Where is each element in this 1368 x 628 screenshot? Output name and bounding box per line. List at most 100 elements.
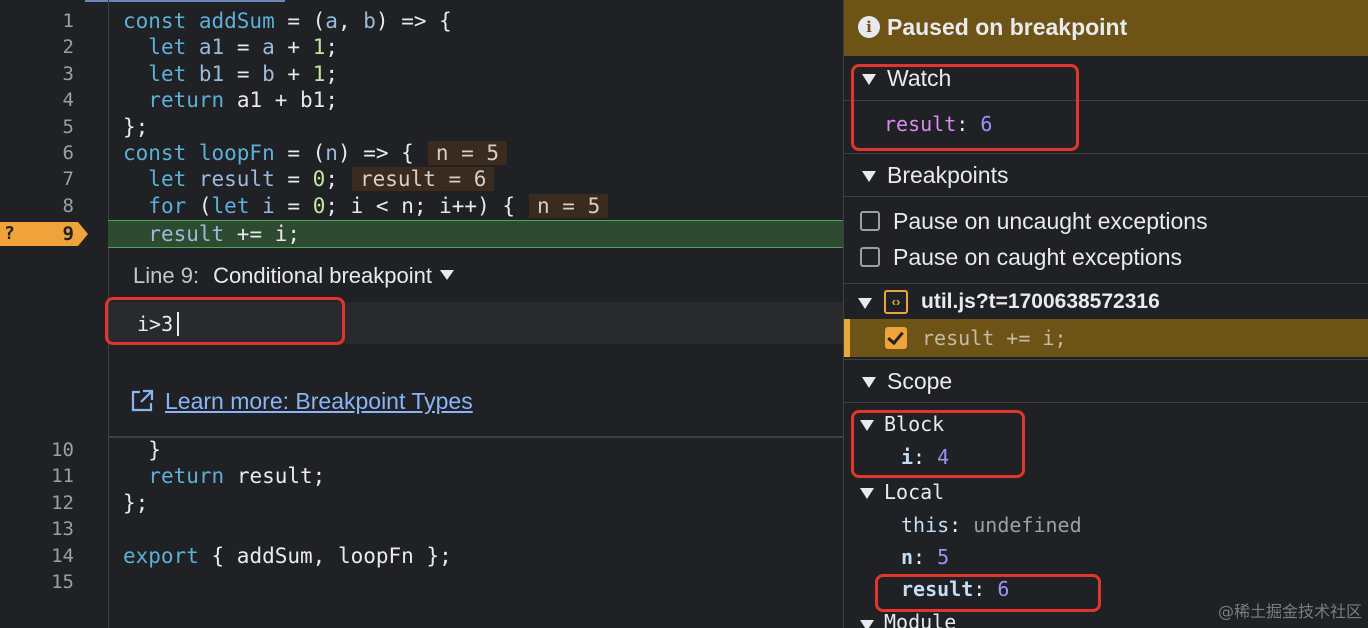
code-token: , xyxy=(337,9,364,33)
line-number-9[interactable]: 9 xyxy=(40,222,74,246)
code-token: = xyxy=(224,61,263,86)
var-separator: : xyxy=(913,545,926,569)
line-number[interactable]: 15 xyxy=(0,569,74,595)
code-token: loopFn xyxy=(198,141,275,165)
line-number[interactable]: 10 xyxy=(0,437,74,463)
line-number[interactable]: 11 xyxy=(0,463,74,489)
code-line-9[interactable]: result += i; xyxy=(123,221,300,247)
code-token: }; xyxy=(123,114,149,139)
scope-var-this[interactable]: this: undefined xyxy=(901,513,1082,537)
code-line[interactable]: const loopFn = (n) => {n = 5 xyxy=(123,140,508,166)
line-number[interactable]: 8 xyxy=(0,193,74,219)
breakpoint-active-bar xyxy=(844,319,850,357)
tab-indicator xyxy=(85,0,285,2)
code-line[interactable]: let result = 0; result = 6 xyxy=(123,166,495,192)
scope-var-n[interactable]: n: 5 xyxy=(901,545,949,569)
triangle-down-icon xyxy=(862,377,876,388)
code-token: = xyxy=(224,35,263,60)
condition-editor[interactable] xyxy=(109,302,843,344)
text-cursor xyxy=(177,312,179,336)
code-token: for xyxy=(148,193,199,218)
watch-section-header[interactable]: Watch xyxy=(844,57,1368,101)
code-token: export xyxy=(123,543,212,568)
watch-expression[interactable]: result: 6 xyxy=(884,112,992,136)
code-token: let xyxy=(211,193,263,218)
scope-var-result[interactable]: result: 6 xyxy=(901,577,1009,601)
script-file-icon: ‹› xyxy=(884,290,908,314)
code-line[interactable]: let b1 = b + 1; xyxy=(123,61,338,87)
line-number[interactable]: 6 xyxy=(0,140,74,166)
code-token: return xyxy=(148,88,237,113)
scope-var-i[interactable]: i: 4 xyxy=(901,445,949,469)
code-token: i xyxy=(262,193,275,218)
pause-caught-checkbox[interactable] xyxy=(860,247,880,267)
code-line[interactable]: for (let i = 0; i < n; i++) {n = 5 xyxy=(123,193,609,219)
line-number[interactable]: 2 xyxy=(0,34,74,60)
line-number[interactable]: 13 xyxy=(0,516,74,542)
code-token: const xyxy=(123,9,199,33)
breakpoint-line-label: Line 9: xyxy=(133,263,200,288)
var-name: i xyxy=(901,445,914,469)
breakpoint-enabled-checkbox[interactable] xyxy=(885,327,907,349)
code-line[interactable]: const addSum = (a, b) => { xyxy=(123,8,452,34)
line-number[interactable]: 12 xyxy=(0,490,74,516)
line-number[interactable]: 5 xyxy=(0,114,74,140)
paused-message: Paused on breakpoint xyxy=(887,14,1128,40)
line-number[interactable]: 4 xyxy=(0,87,74,113)
line-number[interactable]: 3 xyxy=(0,61,74,87)
code-line[interactable]: return result; xyxy=(123,463,325,489)
code-token: ; xyxy=(325,167,338,192)
code-token: }; xyxy=(123,490,149,515)
code-token: ( xyxy=(198,193,212,218)
learn-more-link[interactable]: Learn more: Breakpoint Types xyxy=(165,386,473,416)
scope-module-label: Module xyxy=(884,610,957,628)
code-line[interactable]: export { addSum, loopFn }; xyxy=(123,543,452,569)
code-token: = ( xyxy=(274,9,326,33)
breakpoint-file-row[interactable]: ‹› util.js?t=1700638572316 xyxy=(844,283,1368,319)
code-token: a1 + b1; xyxy=(236,88,338,113)
source-editor[interactable]: 1 const addSum = (a, b) => {2 let a1 = a … xyxy=(0,0,843,628)
line-number[interactable]: 7 xyxy=(0,166,74,192)
breakpoint-editor: Line 9: Conditional breakpoint Learn more… xyxy=(109,250,843,438)
breakpoint-condition-icon: ? xyxy=(4,223,15,244)
line-number[interactable]: 1 xyxy=(0,8,74,34)
inline-value-preview: result = 6 xyxy=(351,167,495,192)
code-line[interactable]: } xyxy=(123,437,161,463)
code-token: a xyxy=(262,35,275,60)
code-token: addSum xyxy=(198,9,275,33)
triangle-down-icon xyxy=(860,620,874,628)
code-line[interactable]: }; xyxy=(123,490,148,516)
code-line[interactable]: let a1 = a + 1; xyxy=(123,34,338,60)
watch-name: result xyxy=(884,112,957,136)
code-token: a xyxy=(325,9,338,33)
var-separator: : xyxy=(973,577,986,601)
watch-separator: : xyxy=(956,112,969,136)
breakpoint-item[interactable]: result += i; xyxy=(844,319,1368,357)
code-line[interactable]: return a1 + b1; xyxy=(123,87,338,113)
breakpoint-type-label: Conditional breakpoint xyxy=(213,263,432,288)
breakpoint-type-dropdown[interactable]: Conditional breakpoint xyxy=(213,263,454,288)
code-line[interactable]: }; xyxy=(123,114,148,140)
var-separator: : xyxy=(949,513,962,537)
breakpoints-section-header[interactable]: Breakpoints xyxy=(844,153,1368,197)
code-token: ; xyxy=(325,35,339,60)
line-number[interactable]: 14 xyxy=(0,543,74,569)
pause-uncaught-checkbox[interactable] xyxy=(860,211,880,231)
scope-title: Scope xyxy=(887,368,953,394)
code-token: let xyxy=(148,61,199,86)
code-token: result; xyxy=(236,464,326,489)
code-token: ) => { xyxy=(337,141,414,165)
pause-caught-label: Pause on caught exceptions xyxy=(893,244,1182,270)
inline-value-preview: n = 5 xyxy=(529,193,609,218)
code-token: result xyxy=(148,222,225,246)
code-token: ) => { xyxy=(375,9,452,33)
scope-section-header[interactable]: Scope xyxy=(844,359,1368,403)
code-token: b1 xyxy=(198,61,225,86)
scope-local-label: Local xyxy=(884,480,945,504)
condition-input[interactable] xyxy=(137,310,437,338)
watermark: @稀土掘金技术社区 xyxy=(1217,602,1362,621)
code-token: b xyxy=(262,61,275,86)
